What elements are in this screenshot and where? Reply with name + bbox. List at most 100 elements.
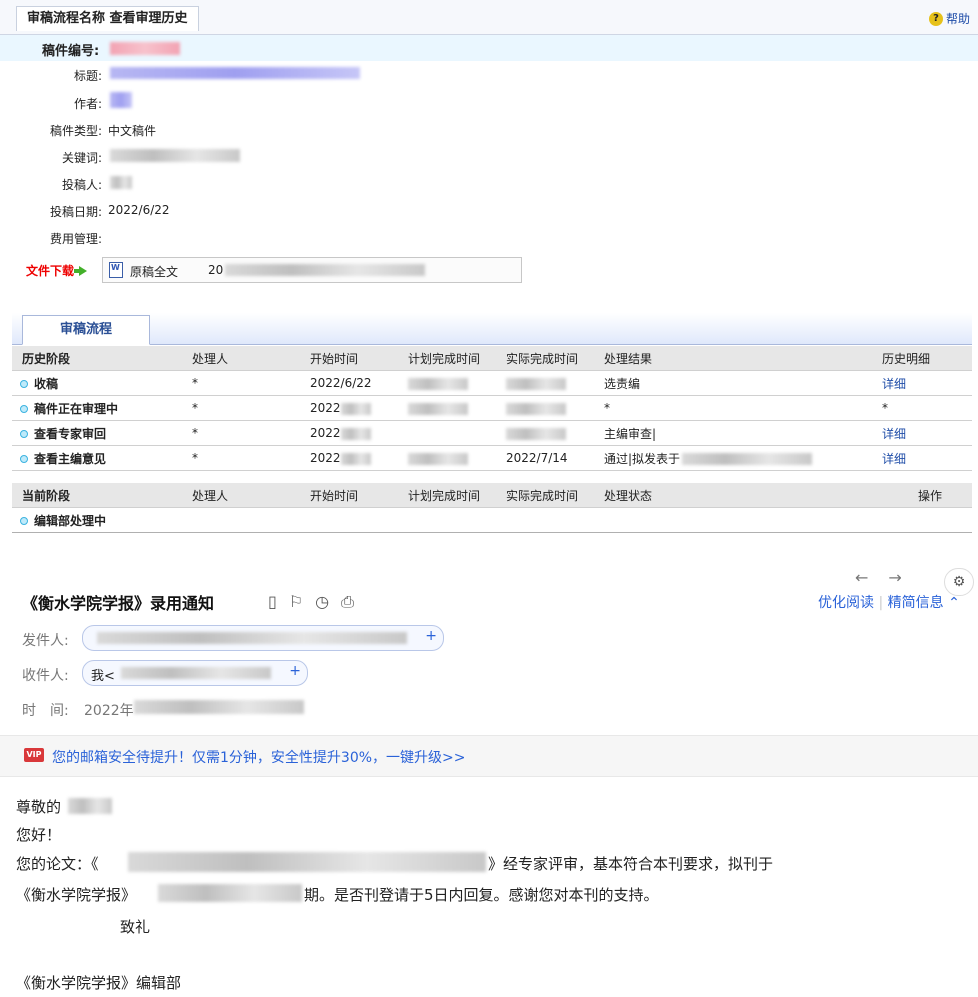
history-stage-header: 历史阶段 — [12, 346, 192, 371]
add-recipient-icon[interactable]: + — [289, 663, 301, 679]
journal-suffix: 期。是否刊登请于5日内回复。感谢您对本刊的支持。 — [304, 886, 659, 904]
result-header: 处理结果 — [604, 346, 882, 371]
result: 选责编 — [604, 370, 882, 396]
plan-time-redacted — [408, 377, 468, 390]
table-row: 查看专家审回 * 2022 主编审查| 详细 — [12, 420, 972, 446]
manuscript-id-row: 稿件编号: — [0, 35, 978, 61]
keywords-label: 关键词: — [61, 151, 102, 165]
file-date-prefix: 20 — [208, 263, 224, 277]
start-time: 2022 — [310, 426, 341, 440]
print-icon[interactable]: ⎙ — [341, 592, 354, 612]
word-doc-icon — [109, 262, 123, 278]
vip-banner: VIP 您的邮箱安全待提升！仅需1分钟，安全性提升30%，一键升级>> — [0, 735, 978, 777]
detail-header: 历史明细 — [882, 346, 972, 371]
current-header-row: 当前阶段 处理人 开始时间 计划完成时间 实际完成时间 处理状态 操作 — [12, 483, 972, 508]
result-redacted — [682, 453, 813, 465]
bullet-icon — [20, 455, 28, 463]
handler: * — [192, 445, 310, 471]
hello: 您好！ — [16, 826, 62, 844]
table-row: 收稿 * 2022/6/22 选责编 详细 — [12, 370, 972, 396]
greeting: 尊敬的 — [16, 798, 62, 816]
bullet-icon — [20, 405, 28, 413]
file-date-redacted — [225, 264, 425, 276]
date-label: 投稿日期: — [49, 205, 102, 219]
process-tabs: 审稿流程 — [12, 313, 972, 345]
detail-link[interactable]: 详细 — [882, 370, 972, 396]
security-upgrade-link[interactable]: 您的邮箱安全待提升！仅需1分钟，安全性提升30%，一键升级>> — [52, 747, 465, 767]
to-chip[interactable]: 我< + — [82, 660, 308, 686]
keywords-value-redacted — [110, 149, 240, 162]
flag-icon[interactable]: ⚐ — [289, 592, 303, 612]
stage-name: 查看专家审回 — [34, 426, 107, 441]
vip-icon: VIP — [24, 748, 44, 762]
manuscript-id-label: 稿件编号: — [42, 44, 100, 59]
start-header: 开始时间 — [310, 346, 408, 371]
current-stage-header: 当前阶段 — [12, 483, 192, 508]
from-chip[interactable]: + — [82, 625, 444, 651]
start-time: 2022 — [310, 401, 341, 415]
detail-link[interactable]: 详细 — [882, 445, 972, 471]
recipient-name-redacted — [68, 798, 112, 814]
table-row: 编辑部处理中 — [12, 507, 972, 533]
email-action-icons: ▯ ⚐ ◷ ⎙ — [268, 592, 354, 612]
help-icon: ? — [928, 11, 943, 26]
stage-name: 收稿 — [34, 376, 59, 391]
page-title-tab[interactable]: 审稿流程名称 查看审理历史 — [16, 6, 199, 31]
original-manuscript-link[interactable]: 原稿全文 — [130, 263, 178, 280]
history-header-row: 历史阶段 处理人 开始时间 计划完成时间 实际完成时间 处理结果 历史明细 — [12, 346, 972, 371]
current-stage-name: 编辑部处理中 — [34, 513, 107, 528]
handler: * — [192, 370, 310, 396]
from-address-redacted — [97, 632, 407, 644]
stage-name: 查看主编意见 — [34, 451, 107, 466]
brief-info-link[interactable]: 精简信息 — [888, 595, 944, 611]
paper-title-redacted — [128, 852, 486, 872]
signature: 《衡水学院学报》编辑部 — [16, 974, 182, 992]
author-value-redacted — [110, 92, 132, 108]
type-value: 中文稿件 — [108, 124, 157, 138]
help-link[interactable]: ? 帮助 — [928, 10, 970, 27]
from-label: 发件人: — [22, 633, 69, 649]
result: 通过|拟发表于 — [604, 451, 681, 466]
plan-time-redacted — [408, 452, 468, 465]
handler-header: 处理人 — [192, 483, 310, 508]
start-time: 2022 — [310, 451, 341, 465]
tab-review-process[interactable]: 审稿流程 — [22, 315, 150, 345]
file-box: 原稿全文 20 — [102, 257, 522, 283]
manuscript-id-value-redacted — [110, 42, 180, 55]
to-me: 我< — [91, 669, 115, 684]
actual-time-redacted — [506, 402, 566, 415]
prev-arrow-icon[interactable]: ← — [855, 568, 868, 587]
top-bar: 审稿流程名称 查看审理历史 ? 帮助 — [0, 0, 978, 35]
paper-prefix: 您的论文：《 — [16, 855, 99, 873]
paper-suffix: 》经专家评审，基本符合本刊要求，拟刊于 — [488, 855, 774, 873]
operation-header: 操作 — [882, 483, 972, 508]
table-row: 稿件正在审理中 * 2022 * * — [12, 395, 972, 421]
journal-prefix: 《衡水学院学报》 — [16, 886, 137, 904]
title-value-redacted — [110, 67, 360, 79]
plan-header: 计划完成时间 — [408, 483, 506, 508]
detail-link[interactable]: 详细 — [882, 420, 972, 446]
regards: 致礼 — [120, 918, 151, 936]
add-contact-icon[interactable]: + — [425, 628, 437, 644]
actual-time: 2022/7/14 — [506, 445, 604, 471]
file-download-label: 文件下载 — [26, 262, 88, 279]
start-time-redacted — [340, 402, 371, 415]
optimize-read-link[interactable]: 优化阅读 — [818, 595, 874, 611]
title-label: 标题: — [73, 69, 102, 83]
plan-header: 计划完成时间 — [408, 346, 506, 371]
time-value: 2022年 — [84, 703, 134, 719]
table-row: 查看主编意见 * 2022 2022/7/14 通过|拟发表于 详细 — [12, 445, 972, 471]
submitter-label: 投稿人: — [61, 178, 102, 192]
bookmark-icon[interactable]: ▯ — [268, 592, 277, 612]
handler: * — [192, 420, 310, 446]
to-label: 收件人: — [22, 668, 69, 684]
bullet-icon — [20, 430, 28, 438]
fee-label: 费用管理: — [49, 232, 102, 246]
clock-icon[interactable]: ◷ — [315, 592, 329, 612]
type-label: 稿件类型: — [49, 124, 102, 138]
divider: | — [878, 595, 888, 611]
time-label: 时 间: — [22, 703, 69, 719]
next-arrow-icon[interactable]: → — [888, 568, 901, 587]
actual-header: 实际完成时间 — [506, 346, 604, 371]
chevron-up-icon[interactable]: ⌃ — [948, 595, 960, 611]
